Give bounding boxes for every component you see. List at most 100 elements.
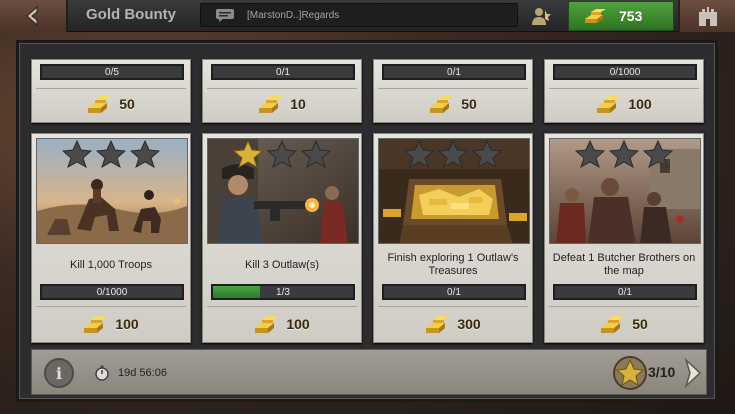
gold-bars-icon: [255, 316, 279, 333]
star-empty-icon: [301, 140, 331, 168]
star-empty-icon: [130, 140, 160, 168]
star-empty-icon: [643, 140, 673, 168]
progress-bar: 0/5: [40, 64, 184, 80]
bounty-panel: 0/5 50 0/1 10 0/1 50 0/1000 100 Kill 1,0…: [16, 40, 718, 402]
progress-fill: [213, 286, 260, 298]
star-rating: [545, 140, 703, 168]
divider: [378, 88, 528, 89]
bounty-card-partial[interactable]: 0/1 10: [202, 59, 362, 123]
top-bar: Gold Bounty [MarstonD..]Regards 753: [0, 0, 735, 32]
reward-amount: 100: [628, 96, 652, 112]
gold-bars-icon: [597, 96, 621, 113]
star-rating: [32, 140, 190, 168]
progress-bar: 0/1: [211, 64, 355, 80]
star-empty-icon: [267, 140, 297, 168]
gold-amount: 753: [619, 8, 643, 24]
stopwatch-icon: [95, 365, 109, 381]
reward: 100: [545, 94, 703, 114]
reward-amount: 50: [461, 96, 477, 112]
friends-icon[interactable]: [530, 6, 552, 26]
chat-icon: [216, 9, 234, 22]
progress-text: 0/1: [447, 66, 461, 78]
bottom-bar: i 19d 56:06 3/10: [31, 349, 707, 395]
reward: 100: [203, 314, 361, 334]
progress-bar: 0/1000: [40, 284, 184, 300]
gold-bars-icon: [430, 96, 454, 113]
gold-bars-icon: [84, 316, 108, 333]
chevron-right-icon[interactable]: [682, 358, 704, 388]
divider: [207, 306, 357, 307]
gold-balance-button[interactable]: 753: [568, 1, 674, 31]
castle-button[interactable]: [678, 0, 735, 32]
bounty-card[interactable]: Finish exploring 1 Outlaw's Treasures 0/…: [373, 133, 533, 343]
star-empty-icon: [96, 140, 126, 168]
reward: 300: [374, 314, 532, 334]
divider: [549, 88, 699, 89]
divider: [36, 306, 186, 307]
reward-amount: 50: [119, 96, 135, 112]
progress-bar: 0/1000: [553, 64, 697, 80]
reward-amount: 10: [290, 96, 306, 112]
progress-text: 1/3: [276, 286, 290, 298]
reward: 100: [32, 314, 190, 334]
reward-amount: 50: [632, 316, 648, 332]
bounty-card[interactable]: Kill 1,000 Troops 0/1000 100: [31, 133, 191, 343]
info-button[interactable]: i: [44, 358, 74, 388]
star-rating: [203, 140, 361, 168]
star-empty-icon: [472, 140, 502, 168]
star-empty-icon: [404, 140, 434, 168]
reward: 50: [374, 94, 532, 114]
gold-bars-icon: [259, 96, 283, 113]
castle-icon: [698, 7, 717, 26]
gold-bars-icon: [88, 96, 112, 113]
divider: [36, 88, 186, 89]
bounty-card[interactable]: Kill 3 Outlaw(s) 1/3 100: [202, 133, 362, 343]
bounty-card-partial[interactable]: 0/5 50: [31, 59, 191, 123]
progress-bar: 0/1: [382, 284, 526, 300]
star-empty-icon: [438, 140, 468, 168]
info-icon: i: [55, 363, 63, 383]
star-empty-icon: [575, 140, 605, 168]
bounty-description: Kill 3 Outlaw(s): [245, 258, 319, 271]
chat-message: [MarstonD..]Regards: [247, 9, 340, 21]
star-earned-icon: [233, 140, 263, 168]
bounty-description: Finish exploring 1 Outlaw's Treasures: [387, 252, 519, 277]
progress-bar: 0/1: [382, 64, 526, 80]
progress-bar: 1/3: [211, 284, 355, 300]
progress-bar: 0/1: [553, 284, 697, 300]
bounty-card-partial[interactable]: 0/1 50: [373, 59, 533, 123]
progress-text: 0/5: [105, 66, 119, 78]
gold-bars-icon: [426, 316, 450, 333]
progress-text: 0/1: [276, 66, 290, 78]
page-title: Gold Bounty: [86, 6, 176, 23]
stars-progress: 3/10: [648, 364, 676, 380]
bounty-description: Defeat 1 Butcher Brothers on the map: [552, 252, 696, 277]
bounty-card-partial[interactable]: 0/1000 100: [544, 59, 704, 123]
progress-text: 0/1000: [609, 66, 641, 78]
divider: [378, 306, 528, 307]
progress-text: 0/1000: [96, 286, 128, 298]
back-button[interactable]: [0, 0, 68, 32]
chat-bar[interactable]: [MarstonD..]Regards: [200, 3, 518, 27]
reward-amount: 300: [457, 316, 481, 332]
bounty-description: Kill 1,000 Troops: [70, 258, 152, 271]
gold-bars-icon: [601, 316, 625, 333]
gold-bars-icon: [585, 9, 606, 23]
reward-amount: 100: [286, 316, 310, 332]
progress-text: 0/1: [447, 286, 461, 298]
bounty-card[interactable]: Defeat 1 Butcher Brothers on the map 0/1…: [544, 133, 704, 343]
reward-amount: 100: [115, 316, 139, 332]
star-rating: [374, 140, 532, 168]
star-badge-icon: [613, 356, 647, 390]
timer: 19d 56:06: [94, 365, 167, 381]
star-empty-icon: [62, 140, 92, 168]
reward: 10: [203, 94, 361, 114]
divider: [549, 306, 699, 307]
divider: [207, 88, 357, 89]
reward: 50: [32, 94, 190, 114]
timer-value: 19d 56:06: [118, 367, 167, 379]
star-empty-icon: [609, 140, 639, 168]
progress-text: 0/1: [618, 286, 632, 298]
reward: 50: [545, 314, 703, 334]
back-arrow-icon: [26, 5, 38, 27]
